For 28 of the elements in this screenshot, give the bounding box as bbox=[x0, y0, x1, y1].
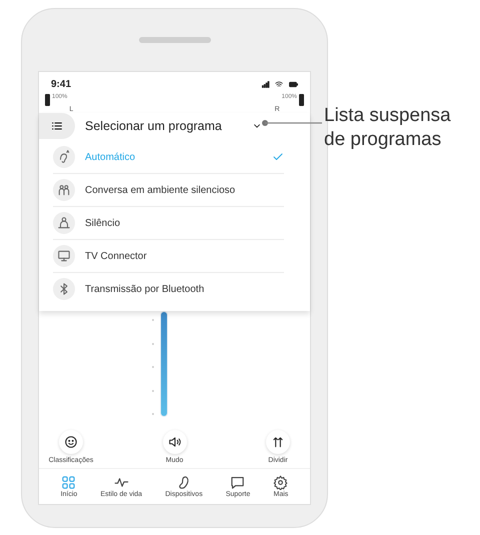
pulse-icon bbox=[114, 475, 129, 490]
battery-icon bbox=[299, 94, 304, 106]
chat-bubble-icon bbox=[230, 475, 246, 490]
people-icon bbox=[57, 183, 71, 197]
tv-icon bbox=[57, 249, 71, 263]
checkmark-icon bbox=[272, 151, 284, 163]
program-item[interactable]: Conversa em ambiente silencioso bbox=[53, 174, 284, 207]
smiley-icon bbox=[64, 435, 78, 449]
program-item[interactable]: Transmissão por Bluetooth bbox=[53, 273, 284, 305]
ear-icon bbox=[57, 150, 71, 164]
list-icon bbox=[51, 120, 63, 132]
status-time: 9:41 bbox=[51, 78, 72, 90]
person-icon bbox=[57, 216, 71, 230]
annotation-text: Lista suspensa de programas bbox=[324, 104, 452, 152]
program-dropdown[interactable]: Selecionar um programa bbox=[39, 113, 310, 139]
battery-icon bbox=[287, 80, 300, 88]
leader-line bbox=[262, 120, 322, 126]
battery-icon bbox=[45, 94, 50, 106]
wifi-icon bbox=[274, 80, 284, 88]
signal-icon bbox=[261, 80, 271, 88]
speaker-icon bbox=[168, 435, 182, 449]
speaker-slot bbox=[138, 37, 210, 43]
hearing-aid-icon bbox=[176, 475, 192, 490]
grid-icon bbox=[61, 475, 76, 490]
split-arrows-icon bbox=[271, 435, 285, 449]
program-item[interactable]: TV Connector bbox=[53, 240, 284, 273]
settings-icon bbox=[273, 475, 288, 490]
program-item[interactable]: Silêncio bbox=[53, 207, 284, 240]
